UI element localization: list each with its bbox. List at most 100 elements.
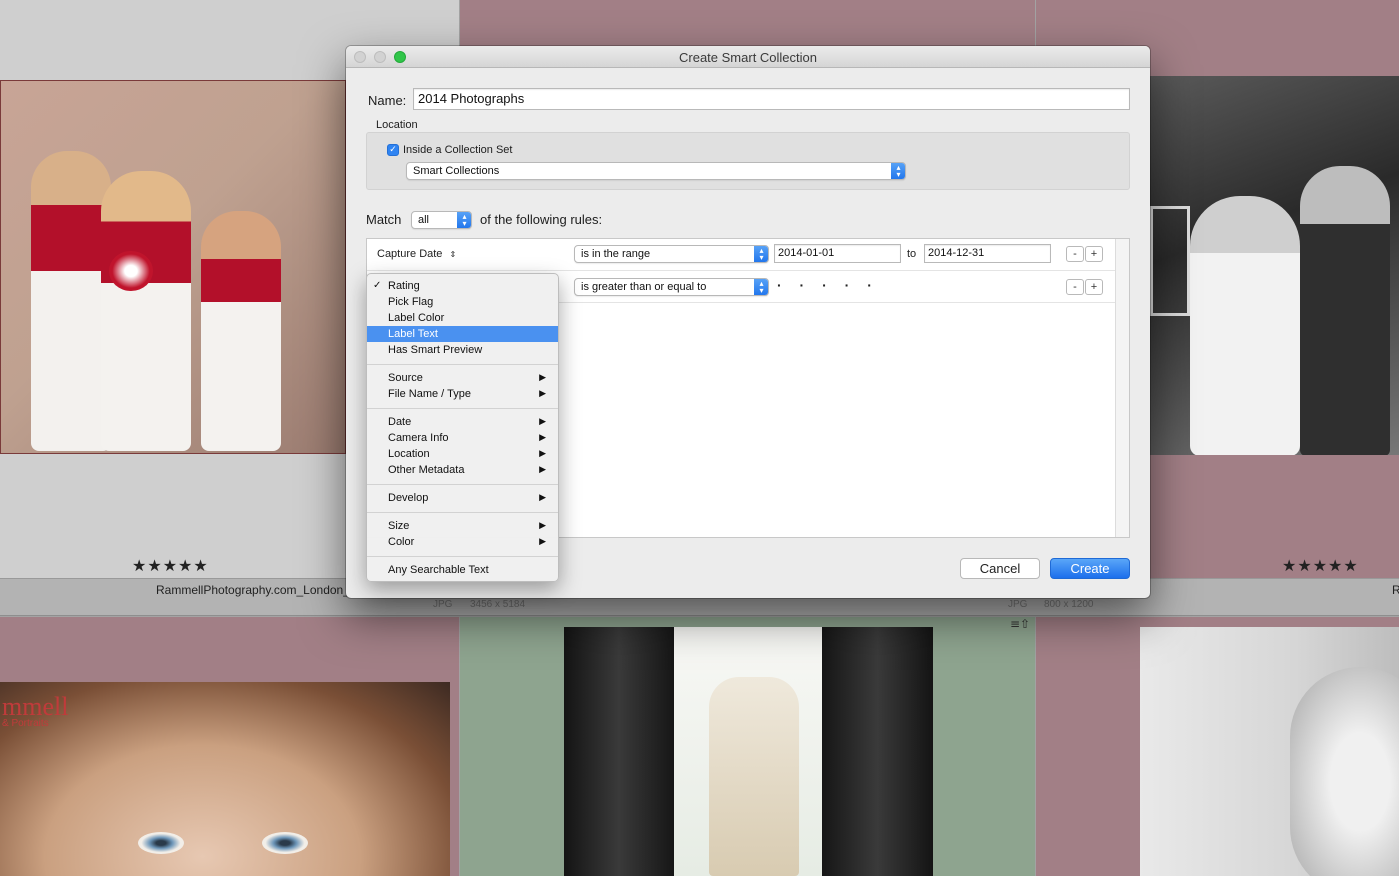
thumbnail-boy-portrait[interactable] [1140,627,1399,876]
range-from-field[interactable]: 2014-01-01 [774,244,901,263]
rules-scrollbar[interactable] [1115,239,1129,537]
window-frame [1150,206,1190,316]
add-rule-button[interactable]: + [1085,246,1103,262]
match-select[interactable]: all ▴ ▾ [411,211,472,229]
rule-operator-select[interactable]: is greater than or equal to ▴ ▾ [574,278,769,296]
menu-item-label: Camera Info [388,432,449,444]
stack-icon[interactable]: ≡⇧ [1010,617,1030,631]
submenu-arrow-icon: ▶ [539,537,546,547]
menu-item-develop[interactable]: Develop ▶ [367,490,558,506]
menu-item-label: Label Color [388,312,445,324]
match-suffix: of the following rules: [480,212,603,227]
dress [709,677,799,876]
grid-cell-bottom-middle[interactable]: ≡⇧ [460,617,1035,876]
location-group: ✓ Inside a Collection Set Smart Collecti… [366,132,1130,190]
remove-rule-button[interactable]: - [1066,279,1084,295]
rule-field-value: Capture Date [377,248,443,260]
add-rule-button[interactable]: + [1085,279,1103,295]
curtain-left [564,627,674,876]
meta-dims-2: 800 x 1200 [1044,599,1094,610]
thumbnail-wedding-couple[interactable] [1150,76,1399,455]
submenu-arrow-icon: ▶ [539,373,546,383]
title-bar[interactable]: Create Smart Collection [346,46,1150,68]
menu-item-source[interactable]: Source ▶ [367,370,558,386]
menu-item-other-metadata[interactable]: Other Metadata ▶ [367,462,558,478]
range-to-field[interactable]: 2014-12-31 [924,244,1051,263]
meta-type-2: JPG [1008,599,1028,610]
remove-rule-button[interactable]: - [1066,246,1084,262]
submenu-arrow-icon: ▶ [539,521,546,531]
menu-item-label: Color [388,536,415,548]
menu-item-size[interactable]: Size ▶ [367,518,558,534]
figure-girl-3 [201,211,281,451]
watermark-subtext: & Portraits [2,718,49,729]
submenu-arrow-icon: ▶ [539,417,546,427]
thumbnail-wedding-dress[interactable] [564,627,933,876]
menu-item-camera-info[interactable]: Camera Info ▶ [367,430,558,446]
menu-item-label-text[interactable]: Label Text [367,326,558,342]
menu-item-pick-flag[interactable]: Pick Flag [367,294,558,310]
inside-collection-set-checkbox[interactable]: ✓ [387,144,399,156]
menu-separator [367,484,558,485]
inside-collection-set-label[interactable]: Inside a Collection Set [403,144,512,156]
rule-field-menu: ✓ Rating Pick Flag Label Color Label Text… [366,273,559,582]
submenu-arrow-icon: ▶ [539,449,546,459]
menu-separator [367,512,558,513]
figure-girl-1 [31,151,111,451]
create-button[interactable]: Create [1050,558,1130,579]
eye-right [262,832,308,854]
range-to-label: to [907,248,917,260]
menu-item-label: Size [388,520,410,532]
menu-item-label: Rating [388,280,420,292]
thumbnail-bridesmaids[interactable] [0,80,346,454]
menu-separator [367,556,558,557]
collection-set-select[interactable]: Smart Collections ▴ ▾ [406,162,906,180]
figure-groom [1300,166,1390,455]
checkmark-icon: ✓ [389,145,397,155]
rule-operator-select[interactable]: is in the range ▴ ▾ [574,245,769,263]
menu-item-label-color[interactable]: Label Color [367,310,558,326]
menu-item-label: Label Text [388,328,438,340]
menu-item-has-smart-preview[interactable]: Has Smart Preview [367,342,558,358]
submenu-arrow-icon: ▶ [539,493,546,503]
filename-right: R [1392,583,1399,597]
menu-item-label: Other Metadata [388,464,465,476]
menu-item-label: Any Searchable Text [388,564,489,576]
figure-girl-2 [101,171,191,451]
eye-left [138,832,184,854]
menu-item-rating[interactable]: ✓ Rating [367,278,558,294]
menu-item-label: Location [388,448,430,460]
menu-separator [367,364,558,365]
thumbnail-girl-portrait[interactable]: mmell & Portraits [0,682,450,876]
rating-stars-right[interactable]: ★★★★★ [1282,556,1359,575]
menu-item-location[interactable]: Location ▶ [367,446,558,462]
name-field[interactable]: 2014 Photographs [413,88,1130,110]
submenu-arrow-icon: ▶ [539,433,546,443]
filename-left: RammellPhotography.com_London_ [156,583,350,597]
menu-item-file-name-type[interactable]: File Name / Type ▶ [367,386,558,402]
location-label: Location [376,119,418,131]
meta-dims-1: 3456 x 5184 [470,599,526,610]
menu-item-any-searchable-text[interactable]: Any Searchable Text [367,562,558,578]
rule-row: Capture Date ⇕ is in the range ▴ ▾ 2014-0… [367,239,1115,271]
rating-dots[interactable]: · · · · · [777,277,879,293]
rule-operator-value: is greater than or equal to [581,281,707,293]
updown-chevron-icon: ⇕ [449,250,457,259]
rating-stars-left[interactable]: ★★★★★ [132,556,209,575]
grid-cell-bottom-right[interactable] [1036,617,1399,876]
menu-item-label: Source [388,372,423,384]
cancel-button[interactable]: Cancel [960,558,1040,579]
dialog-title: Create Smart Collection [679,50,817,65]
grid-cell-bottom-left[interactable]: mmell & Portraits [0,617,459,876]
bouquet [109,251,153,291]
meta-type-1: JPG [433,599,453,610]
collection-set-value: Smart Collections [413,165,500,177]
menu-item-date[interactable]: Date ▶ [367,414,558,430]
rule-field-select[interactable]: Capture Date ⇕ [377,248,456,260]
menu-item-color[interactable]: Color ▶ [367,534,558,550]
menu-item-label: File Name / Type [388,388,471,400]
checkmark-icon: ✓ [373,280,382,291]
curtain-right [822,627,933,876]
match-label: Match [366,212,402,227]
menu-item-label: Has Smart Preview [388,344,483,356]
